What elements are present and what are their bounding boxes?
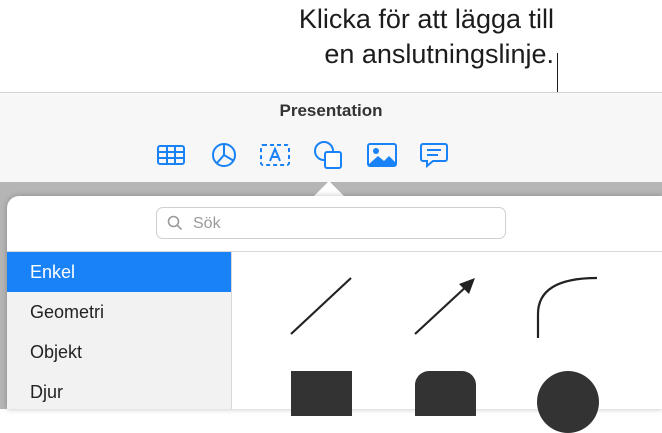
callout-line-1: Klicka för att lägga till	[298, 4, 554, 34]
callout-line-2: en anslutningslinje.	[324, 39, 554, 69]
category-item-objekt[interactable]: Objekt	[7, 332, 231, 372]
shape-icon[interactable]	[312, 139, 344, 171]
arrow-line-shape[interactable]	[407, 272, 483, 340]
search-input[interactable]	[191, 212, 495, 236]
search-field[interactable]	[156, 207, 506, 239]
app-toolbar: Presentation	[0, 92, 662, 184]
rounded-square-shape[interactable]	[415, 371, 476, 416]
circle-shape[interactable]	[537, 371, 599, 433]
shapes-popover: Enkel Geometri Objekt Djur	[7, 196, 662, 433]
category-item-geometri[interactable]: Geometri	[7, 292, 231, 332]
line-shape[interactable]	[283, 272, 359, 340]
comment-icon[interactable]	[418, 139, 450, 171]
square-shape[interactable]	[291, 371, 352, 416]
table-icon[interactable]	[155, 139, 187, 171]
category-item-enkel[interactable]: Enkel	[7, 252, 231, 292]
popover-arrow	[313, 181, 345, 197]
search-icon	[167, 215, 183, 231]
media-icon[interactable]	[366, 139, 398, 171]
callout-text: Klicka för att lägga till en anslutnings…	[299, 2, 554, 72]
category-item-djur[interactable]: Djur	[7, 372, 231, 412]
curved-connection-line-shape[interactable]	[529, 272, 605, 344]
document-title: Presentation	[279, 101, 383, 120]
chart-icon[interactable]	[208, 139, 240, 171]
text-box-icon[interactable]	[259, 139, 291, 171]
category-list: Enkel Geometri Objekt Djur	[7, 252, 232, 409]
